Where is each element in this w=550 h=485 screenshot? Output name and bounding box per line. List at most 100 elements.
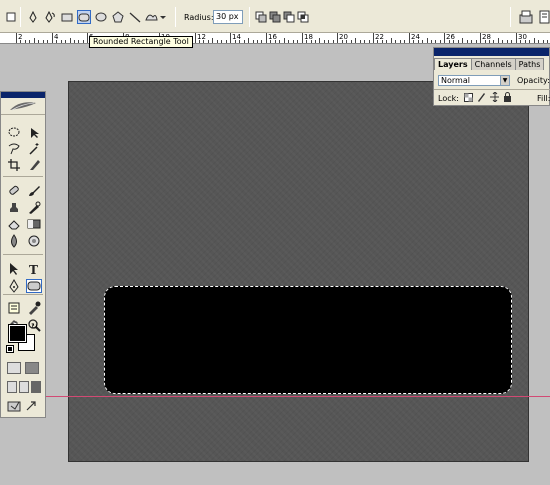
ruler-tick — [458, 40, 459, 43]
standard-screen-mode-icon[interactable] — [7, 381, 17, 393]
lock-image-pixels-icon[interactable] — [477, 92, 486, 102]
ruler-tick — [404, 40, 405, 43]
separator — [249, 7, 250, 27]
quick-mask-mode-icon[interactable] — [25, 362, 39, 374]
lock-all-icon[interactable] — [503, 92, 512, 102]
ruler-tick — [480, 33, 481, 43]
ellipse-shape-icon[interactable] — [94, 10, 108, 24]
ruler-tick — [266, 33, 267, 43]
jump-to-imageready-icon[interactable] — [7, 400, 21, 412]
swap-colors-icon[interactable]: ↻ — [31, 322, 38, 331]
lock-transparent-pixels-icon[interactable] — [464, 92, 473, 102]
blend-mode-select[interactable]: Normal ▼ — [438, 75, 510, 86]
document-canvas[interactable] — [68, 81, 529, 462]
notes-tool-icon[interactable] — [6, 301, 22, 315]
ruler-tick — [297, 40, 298, 43]
dodge-tool-icon[interactable] — [26, 234, 42, 248]
ruler-tick — [493, 40, 494, 43]
ruler-tick — [534, 38, 535, 43]
ruler-tick — [244, 40, 245, 43]
ruler-tick — [440, 40, 441, 43]
tooltip: Rounded Rectangle Tool — [89, 36, 193, 48]
toolbox-separator — [3, 254, 43, 255]
ruler-tick — [302, 33, 303, 43]
panel-tabs: Layers Channels Paths — [434, 58, 545, 70]
eyedropper-tool-icon[interactable] — [26, 301, 42, 315]
healing-brush-tool-icon[interactable] — [6, 184, 22, 198]
blur-tool-icon[interactable] — [6, 234, 22, 248]
feather-logo-icon[interactable] — [1, 98, 45, 115]
svg-text:T: T — [29, 263, 38, 276]
intersect-path-area-icon[interactable] — [296, 10, 310, 24]
full-screen-mode-icon[interactable] — [31, 381, 41, 393]
eraser-tool-icon[interactable] — [6, 217, 22, 231]
tool-preset-icon[interactable] — [4, 10, 18, 24]
ruler-tick — [52, 33, 53, 43]
tab-layers[interactable]: Layers — [434, 58, 472, 70]
radius-input[interactable]: 30 px — [213, 10, 243, 24]
subtract-path-area-icon[interactable] — [282, 10, 296, 24]
ruler-tick — [87, 33, 88, 43]
ruler-tick — [208, 40, 209, 43]
polygon-shape-icon[interactable] — [111, 10, 125, 24]
path-selection-tool-icon[interactable] — [6, 262, 22, 276]
lock-position-icon[interactable] — [490, 92, 499, 102]
ruler-tick — [29, 40, 30, 43]
palette-well-icon[interactable] — [518, 9, 534, 25]
type-tool-icon[interactable]: T — [26, 262, 42, 276]
layers-panel-title-bar[interactable] — [434, 48, 549, 56]
pen-tool-icon[interactable] — [26, 10, 40, 24]
rounded-rectangle-selection[interactable] — [104, 286, 512, 394]
ruler-tick — [212, 38, 213, 43]
options-menu-icon[interactable] — [539, 10, 550, 24]
brush-tool-icon[interactable] — [26, 184, 42, 198]
tab-channels[interactable]: Channels — [470, 58, 516, 70]
jump-row — [7, 400, 39, 414]
create-new-shape-layer-icon[interactable] — [254, 10, 268, 24]
ruler-tick — [324, 40, 325, 43]
lasso-tool-icon[interactable] — [6, 142, 22, 156]
ruler-tick — [38, 40, 39, 43]
marquee-tool-icon[interactable] — [6, 126, 22, 140]
move-tool-icon[interactable] — [26, 126, 42, 140]
ruler-tick — [502, 40, 503, 43]
line-shape-icon[interactable] — [128, 10, 142, 24]
ruler-tick — [61, 40, 62, 43]
default-colors-icon[interactable] — [6, 345, 14, 353]
freeform-pen-icon[interactable] — [43, 10, 57, 24]
add-to-path-area-icon[interactable] — [268, 10, 282, 24]
ruler-label: 20 — [339, 33, 348, 41]
ruler-tick — [16, 33, 17, 43]
horizontal-ruler[interactable]: 24681012141618202224262830 — [0, 33, 550, 44]
blend-mode-value: Normal — [441, 76, 470, 85]
custom-shape-icon[interactable] — [144, 10, 166, 24]
clone-stamp-tool-icon[interactable] — [6, 201, 22, 215]
history-brush-tool-icon[interactable] — [26, 201, 42, 215]
ruler-tick — [293, 40, 294, 43]
ruler-tick — [360, 40, 361, 43]
full-screen-menu-mode-icon[interactable] — [19, 381, 29, 393]
ruler-tick — [230, 33, 231, 43]
separator — [175, 7, 176, 27]
slice-tool-icon[interactable] — [26, 158, 42, 172]
imageready-arrow-icon[interactable] — [25, 400, 39, 412]
ruler-label: 22 — [375, 33, 384, 41]
ruler-tick — [74, 40, 75, 43]
rounded-rectangle-tool-icon[interactable] — [26, 279, 42, 293]
pen-tool-icon[interactable] — [6, 279, 22, 293]
ruler-tick — [221, 40, 222, 43]
gradient-tool-icon[interactable] — [26, 217, 42, 231]
ruler-tick — [284, 38, 285, 43]
horizontal-guide-line[interactable] — [0, 396, 550, 397]
rectangle-shape-icon[interactable] — [60, 10, 74, 24]
foreground-color-swatch[interactable] — [8, 324, 27, 343]
chevron-down-icon[interactable]: ▼ — [500, 76, 509, 85]
ruler-tick — [409, 33, 410, 43]
standard-mode-icon[interactable] — [7, 362, 21, 374]
tab-paths[interactable]: Paths — [514, 58, 545, 70]
ruler-tick — [476, 40, 477, 43]
rounded-rectangle-shape-icon[interactable] — [77, 10, 91, 24]
ruler-tick — [431, 40, 432, 43]
magic-wand-tool-icon[interactable] — [26, 142, 42, 156]
crop-tool-icon[interactable] — [6, 158, 22, 172]
